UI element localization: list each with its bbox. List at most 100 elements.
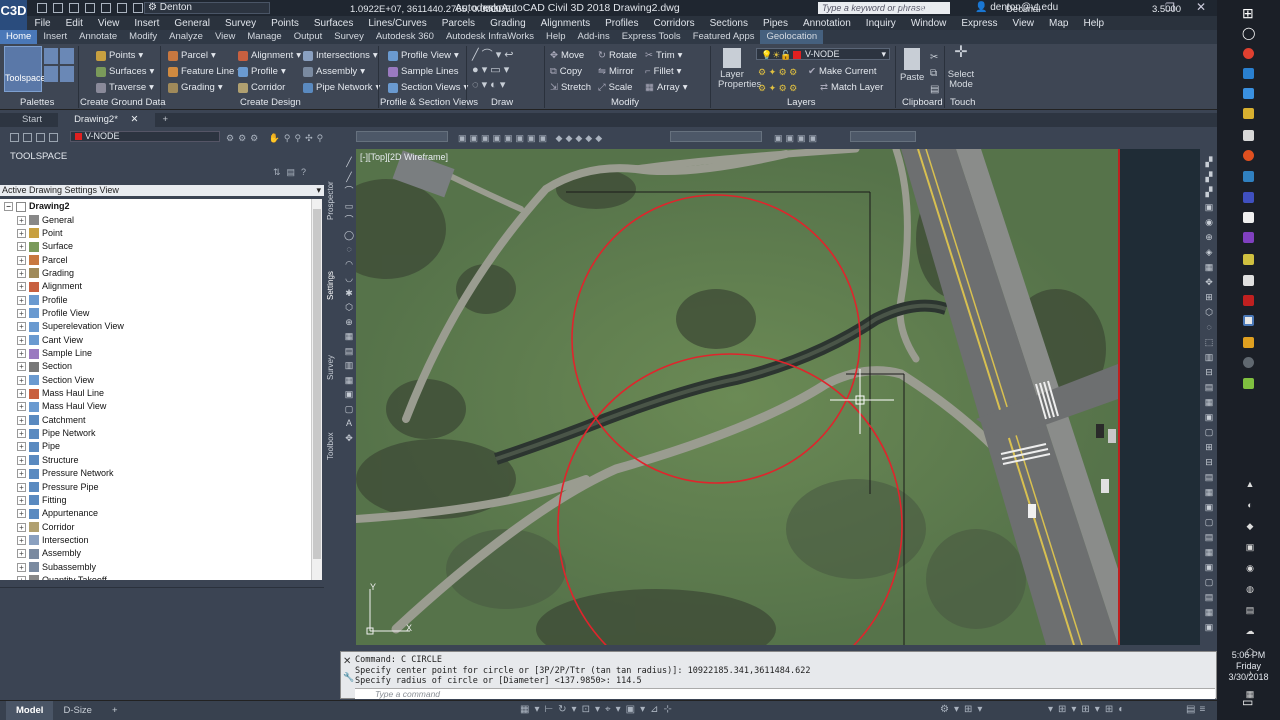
- saveas-icon[interactable]: [85, 3, 95, 13]
- app-icon[interactable]: [1243, 357, 1254, 368]
- command-settings-icon[interactable]: 🔧: [343, 672, 354, 683]
- palette-icon[interactable]: [44, 66, 58, 82]
- app-logo[interactable]: C3D: [0, 0, 27, 30]
- tree-item[interactable]: + Superelevation View: [17, 320, 124, 333]
- close-tab-icon[interactable]: ✕: [131, 114, 139, 125]
- print-icon[interactable]: [101, 3, 111, 13]
- panel-create-ground-data[interactable]: Create Ground Data: [80, 97, 166, 108]
- tree-item[interactable]: + General: [17, 214, 74, 227]
- tree-item[interactable]: + Subassembly: [17, 561, 96, 574]
- tree-item[interactable]: + Appurtenance: [17, 507, 98, 520]
- app-icon[interactable]: [1243, 130, 1254, 141]
- section-views-button[interactable]: Section Views ▾: [388, 82, 468, 93]
- add-layout-button[interactable]: +: [102, 701, 128, 720]
- panel-draw[interactable]: Draw: [491, 97, 513, 108]
- clock-date[interactable]: 3/30/2018: [1217, 672, 1280, 683]
- expand-icon[interactable]: +: [17, 562, 26, 572]
- tree-item[interactable]: + Pipe: [17, 440, 60, 453]
- view-tools[interactable]: ⚙⚙⚙ ✋⚲⚲✣⚲: [226, 133, 327, 144]
- vtab-settings[interactable]: Settings: [326, 271, 335, 300]
- panel-palettes[interactable]: Palettes: [20, 97, 54, 108]
- trim-button[interactable]: ✂ Trim ▾: [645, 50, 682, 61]
- tree-item[interactable]: + Cant View: [17, 334, 83, 347]
- clock-day[interactable]: Friday: [1217, 661, 1280, 672]
- open-icon[interactable]: [53, 3, 63, 13]
- status-tools[interactable]: ⚙▾⊞▾: [940, 704, 987, 715]
- save-icon[interactable]: [69, 3, 79, 13]
- expand-icon[interactable]: +: [17, 215, 26, 225]
- tree-item[interactable]: + Quantity Takeoff: [17, 574, 107, 580]
- paste-button[interactable]: Paste: [900, 48, 924, 83]
- expand-icon[interactable]: +: [17, 335, 26, 345]
- expand-icon[interactable]: +: [17, 575, 26, 580]
- expand-icon[interactable]: +: [17, 295, 26, 305]
- app-icon[interactable]: [1243, 275, 1254, 286]
- layer-toolbar-dropdown[interactable]: V-NODE: [70, 131, 220, 142]
- tree-item[interactable]: + Structure: [17, 454, 79, 467]
- tree-item[interactable]: + Section View: [17, 374, 94, 387]
- tree-item[interactable]: + Pipe Network: [17, 427, 96, 440]
- layer-properties-button[interactable]: Layer Properties: [718, 48, 761, 90]
- points-button[interactable]: Points ▾: [96, 50, 143, 61]
- surfaces-button[interactable]: Surfaces ▾: [96, 66, 154, 77]
- draw-tools[interactable]: ╱ ⌒ ▾ ↩ ● ▾ ▭ ▾ ◌ ▾ ◐ ▾: [472, 48, 542, 92]
- menu-item[interactable]: Alignments: [533, 18, 597, 29]
- expand-icon[interactable]: +: [17, 402, 26, 412]
- expand-icon[interactable]: +: [17, 455, 26, 465]
- expand-icon[interactable]: +: [17, 469, 26, 479]
- expand-icon[interactable]: +: [17, 282, 26, 292]
- menu-item[interactable]: Parcels: [434, 18, 482, 29]
- menu-item[interactable]: Annotation: [795, 18, 858, 29]
- ribbon-tab[interactable]: Manage: [241, 30, 287, 44]
- modify-tool-icons[interactable]: ▞ ▞ ▞ ▣ ◉ ⊕ ◈ ▦ ✥ ⊞ ⬡ ◌ ⬚ ▥ ⊟ ▤ ▦ ▣ ▢ ⊞ ⊟ ▤ ▦ ▣ ▢ ▤ ▦ ▣ ▢ ▤ ▦ ▣: [1202, 155, 1216, 635]
- autocad-icon[interactable]: [1243, 315, 1254, 326]
- expand-icon[interactable]: +: [17, 242, 26, 252]
- menu-item[interactable]: Lines/Curves: [361, 18, 434, 29]
- precision-value[interactable]: 3.5000: [1152, 4, 1181, 15]
- tree-item[interactable]: + Mass Haul View: [17, 400, 106, 413]
- folder-icon[interactable]: [1243, 108, 1254, 119]
- layer-tool-icon[interactable]: [23, 132, 32, 142]
- menu-item[interactable]: General: [167, 18, 218, 29]
- palette-icon[interactable]: [44, 48, 58, 64]
- named-view-dropdown[interactable]: [670, 131, 762, 142]
- drafting-toggles[interactable]: ▦▾⊢↻▾⊡▾⌖▾▣▾⊿⊹: [520, 704, 677, 715]
- expand-icon[interactable]: +: [17, 362, 26, 372]
- menu-item[interactable]: Map: [1042, 18, 1076, 29]
- viewport-dropdown[interactable]: [850, 131, 916, 142]
- windows-start-icon[interactable]: ⊞: [1242, 5, 1254, 22]
- palette-icon[interactable]: [60, 48, 74, 64]
- menu-item[interactable]: File: [27, 18, 58, 29]
- palette-icon[interactable]: [60, 66, 74, 82]
- tree-scrollbar[interactable]: [311, 199, 322, 580]
- profile-button[interactable]: Profile ▾: [238, 66, 286, 77]
- expand-icon[interactable]: +: [17, 442, 26, 452]
- viewport-controls-label[interactable]: [-][Top][2D Wireframe]: [360, 152, 448, 162]
- tree-item[interactable]: + Parcel: [17, 254, 68, 267]
- ribbon-tab[interactable]: Annotate: [73, 30, 123, 44]
- tree-item[interactable]: + Profile: [17, 294, 68, 307]
- tree-item[interactable]: + Pressure Network: [17, 467, 114, 480]
- menu-item[interactable]: View: [1005, 18, 1042, 29]
- assembly-button[interactable]: Assembly ▾: [303, 66, 365, 77]
- ribbon-tab[interactable]: Add-ins: [572, 30, 616, 44]
- tree-item[interactable]: + Catchment: [17, 414, 86, 427]
- menu-item[interactable]: Inquiry: [858, 18, 903, 29]
- ribbon-tab[interactable]: Analyze: [163, 30, 209, 44]
- ie-icon[interactable]: [1243, 88, 1254, 99]
- new-icon[interactable]: [37, 3, 47, 13]
- profile-view-button[interactable]: Profile View ▾: [388, 50, 459, 61]
- toolspace-button[interactable]: Toolspace: [4, 46, 46, 92]
- clock-time[interactable]: 5:06 PM: [1217, 650, 1280, 661]
- panel-layers[interactable]: Layers: [787, 97, 816, 108]
- make-current-button[interactable]: ✔ Make Current: [808, 66, 877, 77]
- expand-icon[interactable]: +: [17, 255, 26, 265]
- notifications-icon[interactable]: ▭: [1242, 695, 1253, 709]
- layout-tab-dsize[interactable]: D-Size: [53, 701, 102, 720]
- app-icon[interactable]: [1243, 337, 1254, 348]
- menu-item[interactable]: Sections: [702, 18, 755, 29]
- panel-touch[interactable]: Touch: [950, 97, 975, 108]
- clipboard-small[interactable]: ✂ ⧉ ▤: [930, 50, 939, 98]
- new-tab-button[interactable]: +: [155, 113, 177, 127]
- ribbon-tab[interactable]: Autodesk InfraWorks: [440, 30, 540, 44]
